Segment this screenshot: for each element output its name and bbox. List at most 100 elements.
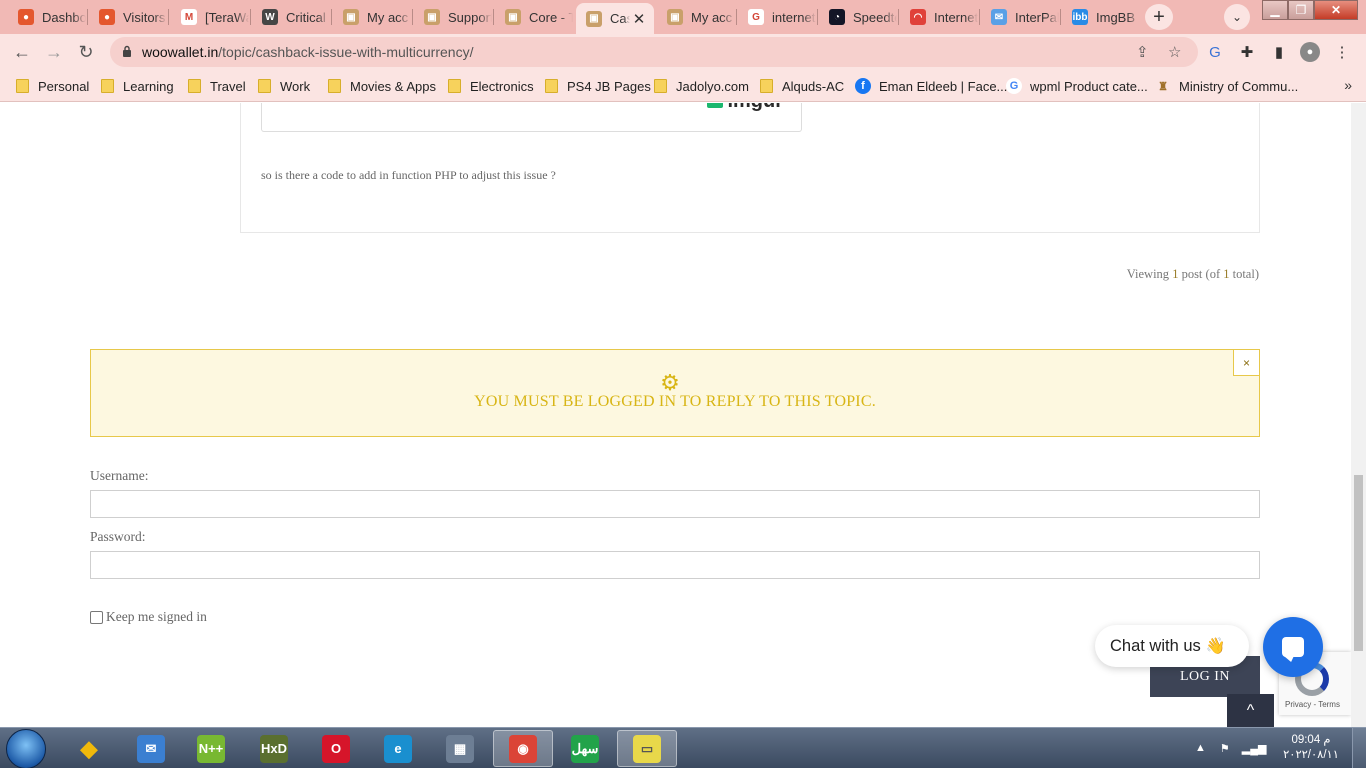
bookmark-item[interactable]: Work: [258, 76, 310, 96]
minimize-button[interactable]: ▁: [1262, 0, 1288, 20]
url-text: woowallet.in/topic/cashback-issue-with-m…: [142, 44, 473, 60]
start-button[interactable]: [6, 729, 46, 768]
tab-title: InterPal: [1015, 9, 1059, 25]
bookmark-star-icon[interactable]: ☆: [1168, 43, 1181, 61]
bookmark-item[interactable]: Jadolyo.com: [654, 76, 749, 96]
close-window-button[interactable]: ✕: [1314, 0, 1358, 20]
bookmark-item[interactable]: PS4 JB Pages: [545, 76, 651, 96]
chevron-up-icon: ^: [1246, 701, 1255, 719]
bookmark-item[interactable]: Personal: [16, 76, 89, 96]
lock-icon: [123, 45, 131, 57]
password-input[interactable]: [90, 551, 1260, 579]
back-icon[interactable]: ←: [10, 40, 34, 64]
extensions-icon[interactable]: ✚: [1237, 42, 1257, 62]
bookmarks-more-icon[interactable]: »: [1344, 77, 1352, 93]
browser-toolbar: ← → ↻ woowallet.in/topic/cashback-issue-…: [0, 34, 1366, 70]
bookmark-item[interactable]: f Eman Eldeeb | Face...: [855, 76, 1007, 96]
taskbar-app-binance[interactable]: ◆: [59, 730, 119, 767]
tab-10[interactable]: Ginternet: [738, 3, 816, 31]
menu-icon[interactable]: ⋮: [1332, 42, 1352, 62]
site-icon: ▣: [505, 9, 521, 25]
tab-title: Internet: [934, 9, 978, 25]
site-icon: ▣: [343, 9, 359, 25]
forward-icon[interactable]: →: [42, 40, 66, 64]
username-input[interactable]: [90, 490, 1260, 518]
bookmark-item[interactable]: Movies & Apps: [328, 76, 436, 96]
tab-3[interactable]: M [TeraWa: [171, 3, 249, 31]
tab-2[interactable]: ● Visitors: [89, 3, 167, 31]
show-desktop-button[interactable]: [1352, 728, 1366, 768]
tab-separator: [979, 9, 980, 25]
scrollbar-thumb[interactable]: [1354, 475, 1363, 651]
site-icon: ▣: [667, 9, 683, 25]
bookmark-item[interactable]: Electronics: [448, 76, 534, 96]
translate-icon[interactable]: G: [1205, 42, 1225, 62]
viewing-prefix: Viewing: [1126, 267, 1173, 281]
bookmark-item[interactable]: Gwpml Product cate...: [1006, 76, 1148, 96]
tab-13[interactable]: ✉ InterPal: [981, 3, 1059, 31]
notepad-plus-plus-icon: N++: [197, 734, 225, 763]
tab-title: Dashboard: [42, 9, 86, 25]
post-text: so is there a code to add in function PH…: [261, 168, 556, 182]
tab-4[interactable]: W Critical: [252, 3, 330, 31]
notice-close-button[interactable]: ×: [1233, 349, 1260, 376]
site-icon: ▣: [586, 10, 602, 27]
bookmark-item[interactable]: Learning: [101, 76, 174, 96]
bookmark-label: Personal: [38, 78, 90, 94]
tab-separator: [250, 9, 251, 25]
tab-8[interactable]: ▣ Cash✕: [576, 3, 654, 34]
hosting-icon: ●: [99, 9, 115, 25]
taskbar-app-notepad-plus-plus[interactable]: N++: [181, 730, 241, 767]
binance-icon: ◆: [80, 735, 98, 761]
address-bar[interactable]: woowallet.in/topic/cashback-issue-with-m…: [110, 37, 1198, 67]
remember-me-checkbox[interactable]: [90, 610, 103, 624]
tab-1[interactable]: ● Dashboard: [8, 3, 86, 31]
page-content: imgur so is there a code to add in funct…: [0, 103, 1351, 727]
bookmark-item[interactable]: ♜ Ministry of Commu...: [1155, 76, 1298, 96]
chat-label: Chat with us: [1110, 636, 1201, 655]
facebook-icon: f: [855, 78, 871, 94]
profile-avatar-icon[interactable]: ●: [1300, 42, 1320, 62]
maximize-button[interactable]: ❐: [1288, 0, 1314, 20]
tab-5[interactable]: ▣ My acc: [333, 3, 411, 31]
tab-14[interactable]: ibb ImgBB: [1062, 3, 1140, 31]
tab-6[interactable]: ▣ Support: [414, 3, 492, 31]
tab-11[interactable]: ◔ Speedte: [819, 3, 897, 31]
clock[interactable]: 09:04 م ٢٠٢٢/٠٨/١١: [1278, 733, 1344, 763]
taskbar-app-opera[interactable]: O: [306, 730, 366, 767]
bookmark-item[interactable]: Travel: [188, 76, 246, 96]
reload-icon[interactable]: ↻: [74, 40, 98, 64]
tab-title: internet: [772, 9, 816, 25]
taskbar-app-sticky-notes[interactable]: ▭: [617, 730, 677, 767]
taskbar-app-chrome[interactable]: ◉: [493, 730, 553, 767]
bookmark-label: PS4 JB Pages: [567, 78, 651, 94]
taskbar-app-calculator[interactable]: ▦: [430, 730, 490, 767]
flag-icon[interactable]: ⚑: [1220, 742, 1230, 755]
side-panel-icon[interactable]: ▮: [1269, 42, 1289, 62]
embedded-image-card[interactable]: imgur: [261, 103, 802, 132]
page-scrollbar[interactable]: [1351, 103, 1366, 727]
tab-12[interactable]: ◠ Internet: [900, 3, 978, 31]
tab-close-icon[interactable]: ✕: [630, 10, 648, 28]
tab-9[interactable]: ▣ My acc: [657, 3, 735, 31]
taskbar-app-hxd[interactable]: HxD: [244, 730, 304, 767]
share-icon[interactable]: ⇪: [1136, 43, 1149, 61]
recaptcha-links[interactable]: Privacy - Terms: [1285, 700, 1340, 709]
taskbar-app-sahl[interactable]: سهل: [555, 730, 615, 767]
chat-launcher-button[interactable]: [1263, 617, 1323, 677]
new-tab-button[interactable]: +: [1145, 4, 1173, 30]
remember-me[interactable]: Keep me signed in: [90, 609, 207, 625]
tray-expand-icon[interactable]: ▲: [1195, 742, 1206, 754]
taskbar-app-edge[interactable]: e: [368, 730, 428, 767]
bookmark-item[interactable]: Alquds-AC: [760, 76, 844, 96]
scroll-to-top-button[interactable]: ^: [1227, 694, 1274, 727]
tab-search-button[interactable]: ⌄: [1224, 4, 1250, 30]
viewing-mid: post (of: [1178, 267, 1224, 281]
network-icon[interactable]: ▂▄▆: [1242, 742, 1267, 755]
taskbar-app-thunderbird[interactable]: ✉: [121, 730, 181, 767]
chat-prompt-bubble[interactable]: Chat with us 👋: [1095, 625, 1249, 667]
folder-icon: [188, 79, 201, 93]
tab-7[interactable]: ▣ Core - T: [495, 3, 573, 31]
viewing-suffix: total): [1229, 267, 1259, 281]
tab-separator: [168, 9, 169, 25]
